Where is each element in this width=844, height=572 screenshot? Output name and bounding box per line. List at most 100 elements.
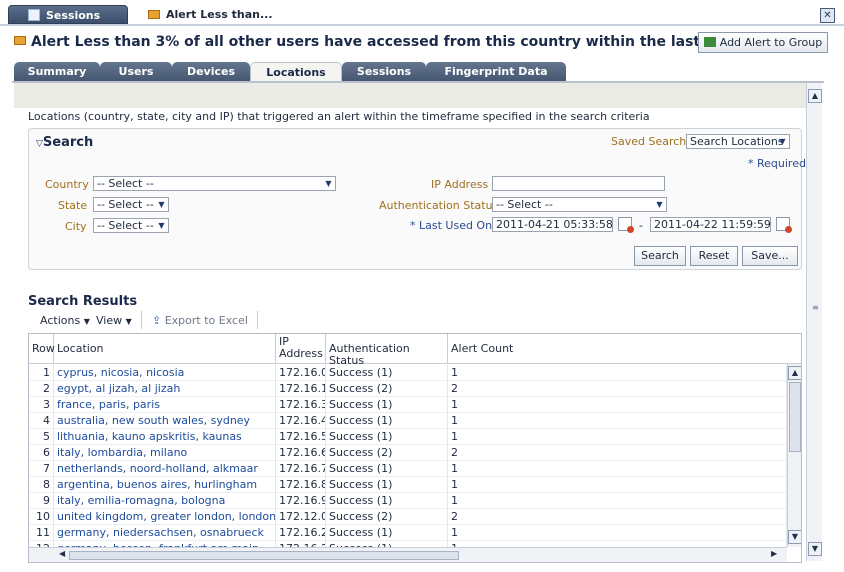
chevron-down-icon: ▼ bbox=[779, 137, 786, 146]
scroll-grip-icon[interactable]: ≡ bbox=[812, 303, 819, 312]
column-header-row[interactable]: Row bbox=[29, 334, 55, 364]
cell-ip: 172.12.0. bbox=[276, 509, 326, 525]
cell-auth: Success (1) bbox=[326, 493, 448, 509]
column-header-authentication-status[interactable]: Authentication Status bbox=[326, 334, 448, 367]
calendar-icon[interactable] bbox=[618, 217, 634, 233]
tab-users[interactable]: Users bbox=[100, 62, 172, 82]
cell-auth: Success (1) bbox=[326, 413, 448, 429]
table-row[interactable]: 5 lithuania, kauno apskritis, kaunas 172.1… bbox=[29, 429, 787, 445]
table-row[interactable]: 11 germany, niedersachsen, osnabrueck 172.… bbox=[29, 525, 787, 541]
table-row[interactable]: 6 italy, lombardia, milano 172.16.6 Success… bbox=[29, 445, 787, 461]
cell-location[interactable]: australia, new south wales, sydney bbox=[54, 413, 276, 429]
cell-location[interactable]: egypt, al jizah, al jizah bbox=[54, 381, 276, 397]
cell-ip: 172.16.3 bbox=[276, 397, 326, 413]
tab-label: Summary bbox=[27, 65, 87, 78]
results-table: Row Location IP Address Authentication S… bbox=[28, 333, 802, 563]
actions-menu[interactable]: Actions ▼ bbox=[40, 314, 90, 327]
panel-scrollbar[interactable]: ▲ ≡ ▼ bbox=[806, 83, 822, 561]
chevron-down-icon: ▼ bbox=[158, 221, 165, 230]
saved-search-select[interactable]: Search Locations ▼ bbox=[686, 134, 790, 149]
last-used-label: * Last Used On bbox=[410, 219, 493, 232]
cell-ip: 172.16.6 bbox=[276, 445, 326, 461]
cell-count: 1 bbox=[448, 525, 787, 541]
cell-auth: Success (1) bbox=[326, 461, 448, 477]
date-from-input[interactable]: 2011-04-21 05:33:58 PM bbox=[492, 217, 613, 232]
scroll-down-icon[interactable]: ▼ bbox=[808, 542, 822, 556]
cell-auth: Success (1) bbox=[326, 477, 448, 493]
cell-row: 10 bbox=[29, 509, 54, 525]
cell-count: 1 bbox=[448, 365, 787, 381]
auth-status-value: -- Select -- bbox=[496, 198, 553, 211]
scroll-thumb[interactable] bbox=[789, 382, 801, 452]
view-menu[interactable]: View ▼ bbox=[96, 314, 132, 327]
cell-location[interactable]: argentina, buenos aires, hurlingham bbox=[54, 477, 276, 493]
close-tab-icon[interactable]: ✕ bbox=[820, 8, 835, 23]
scroll-up-icon[interactable]: ▲ bbox=[788, 366, 801, 380]
tab-sessions[interactable]: Sessions bbox=[342, 62, 426, 82]
date-to-input[interactable]: 2011-04-22 11:59:59 PM bbox=[650, 217, 771, 232]
cell-row: 2 bbox=[29, 381, 54, 397]
cell-ip: 172.16.0. bbox=[276, 365, 326, 381]
city-select[interactable]: -- Select -- ▼ bbox=[93, 218, 169, 233]
scroll-up-icon[interactable]: ▲ bbox=[808, 89, 822, 103]
cell-ip: 172.16.1 bbox=[276, 381, 326, 397]
table-vertical-scrollbar[interactable]: ▲ ▼ bbox=[787, 364, 801, 547]
scroll-thumb[interactable] bbox=[69, 551, 459, 560]
table-horizontal-scrollbar[interactable]: ◀ ▶ bbox=[29, 547, 787, 562]
save-button[interactable]: Save... bbox=[742, 246, 798, 266]
cell-ip: 172.16.2. bbox=[276, 525, 326, 541]
cell-location[interactable]: netherlands, noord-holland, alkmaar bbox=[54, 461, 276, 477]
table-row[interactable]: 9 italy, emilia-romagna, bologna 172.16.9 S… bbox=[29, 493, 787, 509]
chevron-down-icon: ▼ bbox=[325, 179, 332, 188]
auth-status-select[interactable]: -- Select -- ▼ bbox=[492, 197, 667, 212]
tab-fingerprint-data[interactable]: Fingerprint Data bbox=[426, 62, 566, 82]
scroll-left-icon[interactable]: ◀ bbox=[59, 549, 65, 558]
table-row[interactable]: 4 australia, new south wales, sydney 172.1… bbox=[29, 413, 787, 429]
table-row[interactable]: 10 united kingdom, greater london, london… bbox=[29, 509, 787, 525]
cell-location[interactable]: cyprus, nicosia, nicosia bbox=[54, 365, 276, 381]
cell-count: 1 bbox=[448, 461, 787, 477]
tab-summary[interactable]: Summary bbox=[14, 62, 100, 82]
search-title[interactable]: ▽Search bbox=[36, 135, 93, 150]
column-header-alert-count[interactable]: Alert Count bbox=[448, 334, 787, 364]
doc-tab-alert[interactable]: Alert Less than... bbox=[148, 8, 273, 21]
auth-status-label: Authentication Status bbox=[379, 199, 499, 212]
cell-auth: Success (2) bbox=[326, 445, 448, 461]
cell-location[interactable]: italy, emilia-romagna, bologna bbox=[54, 493, 276, 509]
scroll-down-icon[interactable]: ▼ bbox=[788, 530, 801, 544]
table-row[interactable]: 3 france, paris, paris 172.16.3 Success (1)… bbox=[29, 397, 787, 413]
ip-address-input[interactable] bbox=[492, 176, 665, 191]
reset-button[interactable]: Reset bbox=[690, 246, 738, 266]
saved-search-label: Saved Search bbox=[611, 135, 687, 148]
column-header-ip-address[interactable]: IP Address bbox=[276, 334, 326, 364]
scroll-right-icon[interactable]: ▶ bbox=[771, 549, 777, 558]
city-value: -- Select -- bbox=[97, 219, 154, 232]
search-button[interactable]: Search bbox=[634, 246, 686, 266]
table-row[interactable]: 8 argentina, buenos aires, hurlingham 172.… bbox=[29, 477, 787, 493]
cell-auth: Success (1) bbox=[326, 365, 448, 381]
cell-location[interactable]: italy, lombardia, milano bbox=[54, 445, 276, 461]
state-select[interactable]: -- Select -- ▼ bbox=[93, 197, 169, 212]
column-header-location[interactable]: Location bbox=[54, 334, 276, 364]
tab-locations[interactable]: Locations bbox=[250, 62, 342, 82]
table-row[interactable]: 2 egypt, al jizah, al jizah 172.16.1 Succes… bbox=[29, 381, 787, 397]
calendar-icon[interactable] bbox=[776, 217, 792, 233]
ip-address-label: IP Address bbox=[431, 178, 489, 191]
chevron-down-icon: ▼ bbox=[158, 200, 165, 209]
table-row[interactable]: 7 netherlands, noord-holland, alkmaar 172.… bbox=[29, 461, 787, 477]
add-alert-to-group-button[interactable]: Add Alert to Group bbox=[698, 32, 828, 53]
doc-tab-sessions[interactable]: Sessions bbox=[8, 5, 128, 24]
cell-location[interactable]: france, paris, paris bbox=[54, 397, 276, 413]
date-range-separator: - bbox=[639, 219, 643, 232]
cell-location[interactable]: united kingdom, greater london, london bbox=[54, 509, 276, 525]
table-row[interactable]: 1 cyprus, nicosia, nicosia172.16.0.Succes… bbox=[29, 365, 787, 381]
cell-location[interactable]: germany, niedersachsen, osnabrueck bbox=[54, 525, 276, 541]
country-select[interactable]: -- Select -- ▼ bbox=[93, 176, 336, 191]
cell-row: 4 bbox=[29, 413, 54, 429]
export-to-excel-button[interactable]: ⇪ Export to Excel bbox=[152, 314, 248, 327]
panel-header-band bbox=[14, 83, 806, 108]
collapse-chevron-icon[interactable]: ▽ bbox=[36, 139, 43, 149]
tab-devices[interactable]: Devices bbox=[172, 62, 250, 82]
chevron-down-icon: ▼ bbox=[125, 317, 132, 326]
cell-location[interactable]: lithuania, kauno apskritis, kaunas bbox=[54, 429, 276, 445]
